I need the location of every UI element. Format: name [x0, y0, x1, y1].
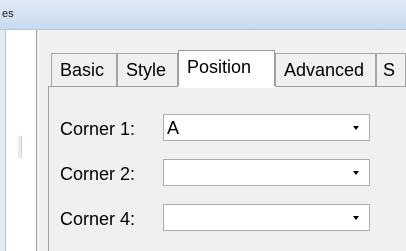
- corner-1-dropdown[interactable]: A: [163, 114, 370, 141]
- tab-basic-label: Basic: [60, 60, 105, 80]
- tab-style[interactable]: Style: [117, 53, 178, 86]
- window-titlebar[interactable]: es: [0, 0, 406, 30]
- corner-2-dropdown[interactable]: [163, 159, 370, 186]
- corner-4-label: Corner 4:: [60, 209, 136, 229]
- tab-s-partial-label: S: [383, 60, 396, 80]
- window-title: es: [2, 8, 14, 20]
- chevron-down-icon: [353, 171, 359, 175]
- tab-basic[interactable]: Basic: [51, 53, 117, 86]
- tab-advanced-label: Advanced: [284, 60, 365, 80]
- tab-position-label: Position: [187, 57, 252, 77]
- tab-position[interactable]: Position: [178, 50, 275, 88]
- active-tab-gap: [178, 86, 275, 88]
- chevron-down-icon: [353, 216, 359, 220]
- chevron-down-icon: [353, 126, 359, 130]
- tab-s-partial[interactable]: S: [376, 53, 406, 86]
- tab-advanced[interactable]: Advanced: [275, 53, 376, 86]
- left-tree-pane[interactable]: [6, 30, 36, 251]
- selected-tree-item-highlight[interactable]: [18, 136, 22, 158]
- corner-2-label: Corner 2:: [60, 164, 136, 184]
- corner-4-dropdown[interactable]: [163, 204, 370, 231]
- tab-style-label: Style: [126, 60, 167, 80]
- corner-1-label: Corner 1:: [60, 119, 136, 139]
- corner-1-value: A: [167, 118, 180, 138]
